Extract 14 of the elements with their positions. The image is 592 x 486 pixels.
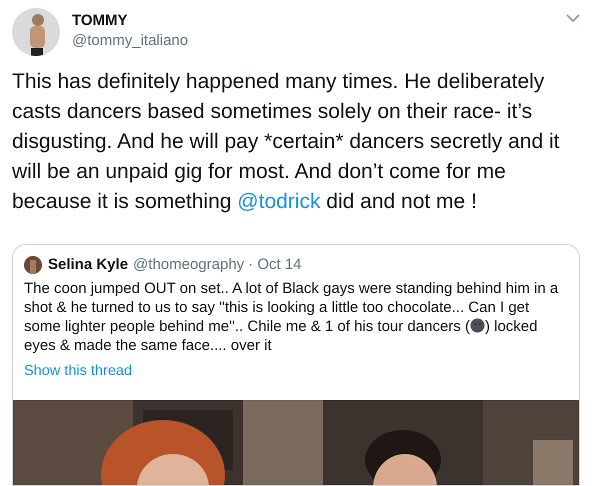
display-name[interactable]: TOMMY xyxy=(72,11,188,31)
display-name: Selina Kyle xyxy=(48,255,128,275)
user-handle: @thomeography xyxy=(133,255,244,275)
user-handle[interactable]: @tommy_italiano xyxy=(72,31,188,51)
moon-face-icon xyxy=(470,318,485,332)
chevron-down-icon[interactable] xyxy=(566,14,580,23)
show-thread-link[interactable]: Show this thread xyxy=(24,360,132,382)
avatar-icon[interactable] xyxy=(12,8,60,56)
mention-link[interactable]: @todrick xyxy=(237,190,320,213)
avatar-icon xyxy=(24,256,42,274)
tweet-date: · Oct 14 xyxy=(248,255,302,275)
quoted-tweet-text: The coon jumped OUT on set.. A lot of Black gays were standing behind him in a shot & he turned to us to say ''this is looking a little too chocolate... Can I get some lighter people behind me''.. Chile me & 1 of his tour dancers ( ) locked eyes & made the same face.... over it xyxy=(24,278,560,354)
quoted-tweet-card[interactable] xyxy=(12,244,580,486)
tweet-text: This has definitely happened many times. He deliberately casts dancers based sometimes solely on their race- it’s disgusting. And he will pay *certain* dancers secretly and it will be an unpaid gig for most. And don’t come for me because it is something @todrick did and not me ! xyxy=(12,69,560,215)
